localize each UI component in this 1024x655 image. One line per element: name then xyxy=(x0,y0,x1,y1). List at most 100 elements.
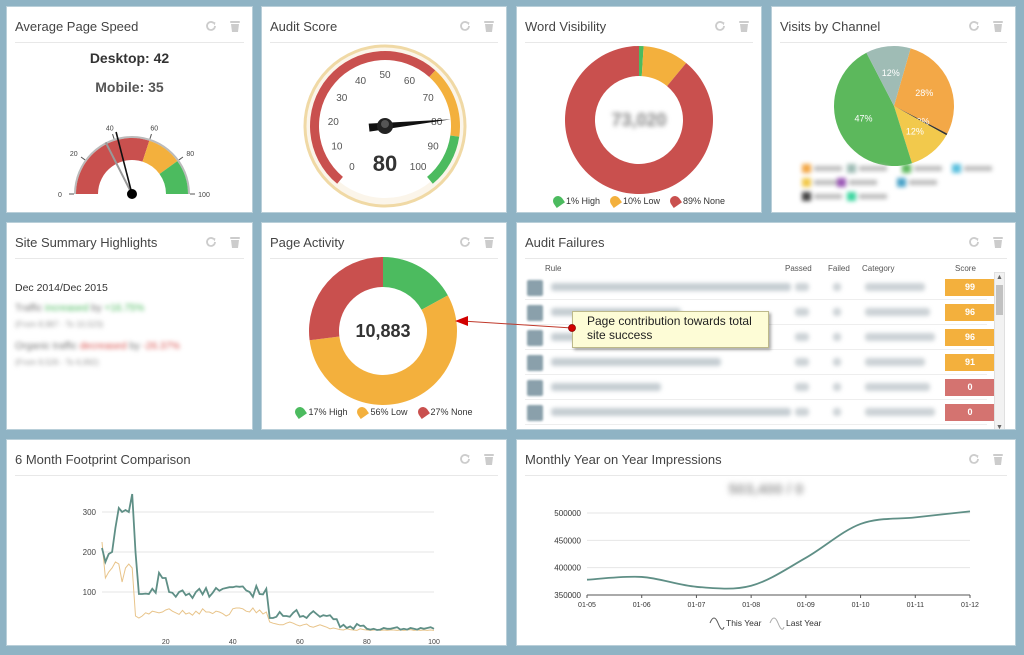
trash-icon[interactable] xyxy=(482,19,496,33)
trash-icon[interactable] xyxy=(991,235,1005,249)
legend-item[interactable]: Last Year xyxy=(769,617,822,630)
refresh-icon[interactable] xyxy=(204,235,218,249)
x-tick-label: 01-07 xyxy=(687,602,705,609)
trash-icon[interactable] xyxy=(228,235,242,249)
gauge-tick-label: 50 xyxy=(379,70,391,81)
legend-item[interactable]: 27% None xyxy=(415,405,473,419)
panel-title: Average Page Speed xyxy=(15,19,139,34)
table-row[interactable]: 99 xyxy=(525,276,995,300)
summary-value: +16.75% xyxy=(104,303,145,314)
scroll-up-arrow[interactable]: ▲ xyxy=(995,273,1004,283)
legend-swatch xyxy=(355,405,370,419)
panel-title: Audit Score xyxy=(270,19,338,34)
trash-icon[interactable] xyxy=(482,452,496,466)
visits-pie: 28%0%12%47%12% xyxy=(834,46,954,166)
score-badge: 96 xyxy=(945,304,995,321)
passed-blurred xyxy=(795,283,809,291)
pie-slice-label: 47% xyxy=(854,114,872,124)
failed-blurred xyxy=(833,283,841,291)
refresh-icon[interactable] xyxy=(458,452,472,466)
legend-item[interactable] xyxy=(897,178,937,187)
rule-name-blurred xyxy=(551,358,721,366)
legend-item[interactable] xyxy=(847,164,887,173)
summary-period: Dec 2014/Dec 2015 xyxy=(15,282,108,294)
failed-blurred xyxy=(833,333,841,341)
legend-item[interactable]: 17% High xyxy=(293,405,347,419)
table-row[interactable]: 0 xyxy=(525,376,995,400)
refresh-icon[interactable] xyxy=(713,19,727,33)
col-passed[interactable]: Passed xyxy=(785,264,812,273)
table-row[interactable]: 0 xyxy=(525,401,995,425)
refresh-icon[interactable] xyxy=(458,235,472,249)
legend-item[interactable]: 10% Low xyxy=(608,194,660,208)
mobile-speed: Mobile: 35 xyxy=(95,79,164,95)
panel-title: Page Activity xyxy=(270,235,345,250)
legend-item[interactable]: 89% None xyxy=(668,194,725,208)
category-blurred xyxy=(865,408,935,416)
footprint-chart: 100 200 300 20 40 60 80 100 xyxy=(83,493,440,646)
rule-icon xyxy=(527,405,543,421)
legend-label xyxy=(859,166,887,171)
legend-item[interactable] xyxy=(902,164,942,173)
summary-traffic-line: Traffic increased by +16.75% xyxy=(15,303,144,314)
summary-by: by xyxy=(91,303,102,314)
col-failed[interactable]: Failed xyxy=(828,264,850,273)
x-tick-label: 100 xyxy=(428,639,440,646)
legend-swatch xyxy=(802,164,811,173)
summary-traffic-sub: (From 8,987 - To 10,523) xyxy=(15,320,104,329)
legend-item[interactable] xyxy=(952,164,992,173)
legend-item[interactable] xyxy=(802,178,842,187)
trash-icon[interactable] xyxy=(482,235,496,249)
scroll-thumb[interactable] xyxy=(996,285,1003,315)
trash-icon[interactable] xyxy=(228,19,242,33)
legend-swatch xyxy=(608,194,622,208)
refresh-icon[interactable] xyxy=(967,19,981,33)
legend-label xyxy=(849,180,877,185)
gauge-tick-label: 20 xyxy=(70,151,78,158)
refresh-icon[interactable] xyxy=(967,452,981,466)
score-badge: 0 xyxy=(945,404,995,421)
y-tick-label: 400000 xyxy=(554,564,581,573)
line-series-2 xyxy=(101,541,435,631)
gauge-tick-label: 60 xyxy=(404,76,416,87)
page-activity-legend: 17% High 56% Low 27% None xyxy=(262,405,506,419)
desktop-speed: Desktop: 42 xyxy=(89,50,170,66)
x-tick-label: 01-10 xyxy=(852,602,870,609)
failed-blurred xyxy=(833,408,841,416)
legend-item[interactable] xyxy=(847,192,887,201)
page-activity-donut: 10,883 xyxy=(309,257,457,405)
table-row[interactable]: 91 xyxy=(525,351,995,375)
refresh-icon[interactable] xyxy=(967,235,981,249)
trash-icon[interactable] xyxy=(991,452,1005,466)
gauge-band xyxy=(76,138,150,194)
table-scrollbar[interactable]: ▲ ▼ xyxy=(994,272,1005,429)
legend-item[interactable] xyxy=(837,178,877,187)
legend-label: 56% Low xyxy=(370,407,408,417)
scroll-down-arrow[interactable]: ▼ xyxy=(995,423,1004,429)
col-category[interactable]: Category xyxy=(862,264,894,273)
refresh-icon[interactable] xyxy=(204,19,218,33)
y-tick-label: 500000 xyxy=(554,509,581,518)
legend-item[interactable]: 1% High xyxy=(550,194,600,208)
score-badge: 96 xyxy=(945,329,995,346)
rule-name-blurred xyxy=(551,408,791,416)
legend-item[interactable] xyxy=(802,164,842,173)
legend-item[interactable]: 56% Low xyxy=(355,405,408,419)
table-row[interactable] xyxy=(525,426,987,429)
gauge-tick xyxy=(112,133,115,139)
legend-label: This Year xyxy=(726,618,762,628)
legend-swatch xyxy=(769,617,785,630)
speed-gauge: 0 20 40 60 80 100 xyxy=(58,125,210,199)
col-score[interactable]: Score xyxy=(955,264,976,273)
legend-swatch xyxy=(415,405,430,419)
refresh-icon[interactable] xyxy=(458,19,472,33)
summary-label: Organic traffic xyxy=(15,341,78,352)
x-tick-label: 01-05 xyxy=(578,602,596,609)
trash-icon[interactable] xyxy=(737,19,751,33)
trash-icon[interactable] xyxy=(991,19,1005,33)
legend-item[interactable] xyxy=(802,192,842,201)
col-rule[interactable]: Rule xyxy=(545,264,561,273)
legend-item[interactable]: This Year xyxy=(709,617,762,630)
y-tick-label: 350000 xyxy=(554,591,581,600)
rule-icon xyxy=(527,280,543,296)
